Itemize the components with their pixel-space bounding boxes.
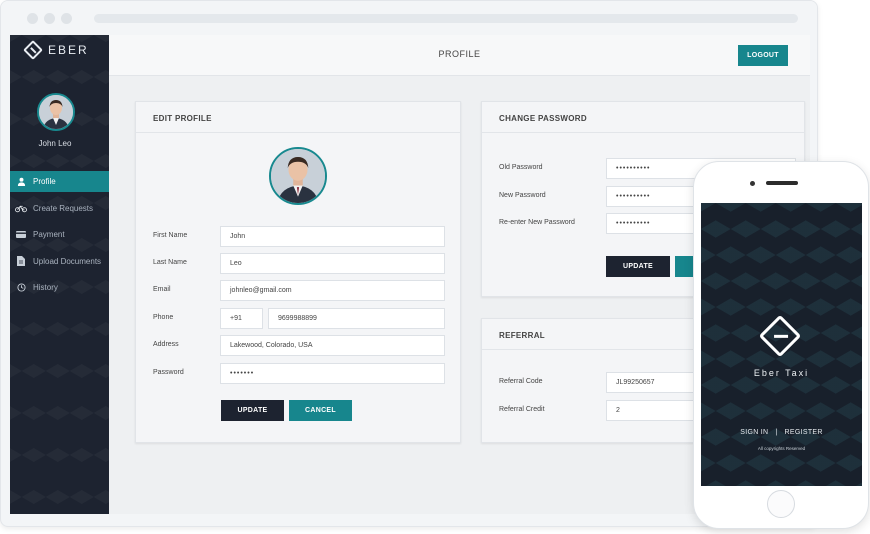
bicycle-icon [15, 204, 27, 213]
phone-field[interactable]: 9699988899 [268, 308, 445, 329]
change-password-title: CHANGE PASSWORD [482, 102, 804, 133]
address-bar[interactable] [94, 14, 798, 23]
last-name-row: Last Name Leo [153, 253, 453, 274]
document-icon [15, 256, 27, 266]
history-icon [15, 283, 27, 292]
edit-profile-card: EDIT PROFILE First Name John Last Name L… [135, 101, 461, 443]
brand-logo[interactable]: EBER [23, 40, 89, 60]
cancel-button[interactable]: CANCEL [289, 400, 352, 421]
eber-taxi-logo-icon [758, 314, 802, 358]
first-name-row: First Name John [153, 226, 453, 247]
edit-profile-title: EDIT PROFILE [136, 102, 460, 133]
app-viewport: EBER John Leo Profile Create Requests Pa… [10, 35, 810, 514]
sidebar-item-history[interactable]: History [10, 277, 109, 298]
sidebar-item-label: Create Requests [33, 203, 94, 213]
password-field[interactable]: ••••••• [220, 363, 445, 384]
sign-in-link[interactable]: SIGN IN [740, 429, 768, 436]
sidebar-item-payment[interactable]: Payment [10, 224, 109, 245]
reenter-password-label: Re-enter New Password [499, 219, 575, 226]
old-password-label: Old Password [499, 164, 543, 171]
address-field[interactable]: Lakewood, Colorado, USA [220, 335, 445, 356]
phone-row: Phone +91 9699988899 [153, 308, 453, 329]
window-dot-maximize[interactable] [61, 13, 72, 24]
phone-screen: Eber Taxi SIGN IN | REGISTER All copyright… [701, 203, 862, 486]
logout-button[interactable]: LOGOUT [738, 45, 788, 66]
phone-speaker [766, 181, 798, 185]
first-name-label: First Name [153, 232, 188, 239]
phone-app-title: Eber Taxi [753, 368, 810, 378]
first-name-field[interactable]: John [220, 226, 445, 247]
update-profile-button[interactable]: UPDATE [221, 400, 284, 421]
sidebar-item-label: Upload Documents [33, 256, 102, 266]
sidebar-item-label: History [33, 283, 58, 292]
phone-label: Phone [153, 314, 174, 321]
email-label: Email [153, 286, 171, 293]
browser-toolbar [1, 1, 817, 35]
register-link[interactable]: REGISTER [785, 429, 823, 436]
window-dot-close[interactable] [27, 13, 38, 24]
referral-code-label: Referral Code [499, 378, 543, 385]
sidebar-item-label: Profile [33, 177, 56, 186]
email-row: Email johnleo@gmail.com [153, 280, 453, 301]
stage: EBER John Leo Profile Create Requests Pa… [0, 0, 870, 534]
sidebar: EBER John Leo Profile Create Requests Pa… [10, 35, 109, 514]
phone-camera [750, 181, 755, 186]
update-password-button[interactable]: UPDATE [606, 256, 670, 277]
sidebar-item-label: Payment [33, 230, 65, 239]
email-field[interactable]: johnleo@gmail.com [220, 280, 445, 301]
country-code-field[interactable]: +91 [220, 308, 263, 329]
sidebar-item-upload-documents[interactable]: Upload Documents [10, 251, 109, 272]
eber-logo-icon [23, 40, 43, 60]
password-label: Password [153, 369, 184, 376]
password-row: Password ••••••• [153, 363, 453, 384]
phone-mockup: Eber Taxi SIGN IN | REGISTER All copyright… [693, 161, 869, 529]
avatar-person-icon [39, 95, 73, 129]
user-icon [15, 177, 27, 186]
credit-card-icon [15, 231, 27, 238]
page-title: PROFILE [438, 49, 481, 59]
last-name-label: Last Name [153, 259, 187, 266]
phone-home-button[interactable] [767, 490, 795, 518]
referral-credit-label: Referral Credit [499, 406, 545, 413]
phone-auth-links: SIGN IN | REGISTER [701, 429, 862, 436]
last-name-field[interactable]: Leo [220, 253, 445, 274]
page-header: PROFILE LOGOUT [109, 35, 810, 76]
sidebar-item-create-requests[interactable]: Create Requests [10, 198, 109, 219]
sidebar-avatar[interactable] [37, 93, 75, 131]
address-row: Address Lakewood, Colorado, USA [153, 335, 453, 356]
sidebar-item-profile[interactable]: Profile [10, 171, 109, 192]
profile-person-icon [271, 149, 325, 203]
profile-photo[interactable] [269, 147, 327, 205]
new-password-label: New Password [499, 192, 546, 199]
window-dot-minimize[interactable] [44, 13, 55, 24]
link-separator: | [775, 429, 778, 436]
sidebar-user-name: John Leo [38, 139, 72, 148]
address-label: Address [153, 341, 179, 348]
brand-name: EBER [48, 43, 89, 57]
phone-copyright: All copyrights Reserved [757, 446, 806, 451]
sidebar-nav: Profile Create Requests Payment Upload D… [10, 171, 109, 304]
